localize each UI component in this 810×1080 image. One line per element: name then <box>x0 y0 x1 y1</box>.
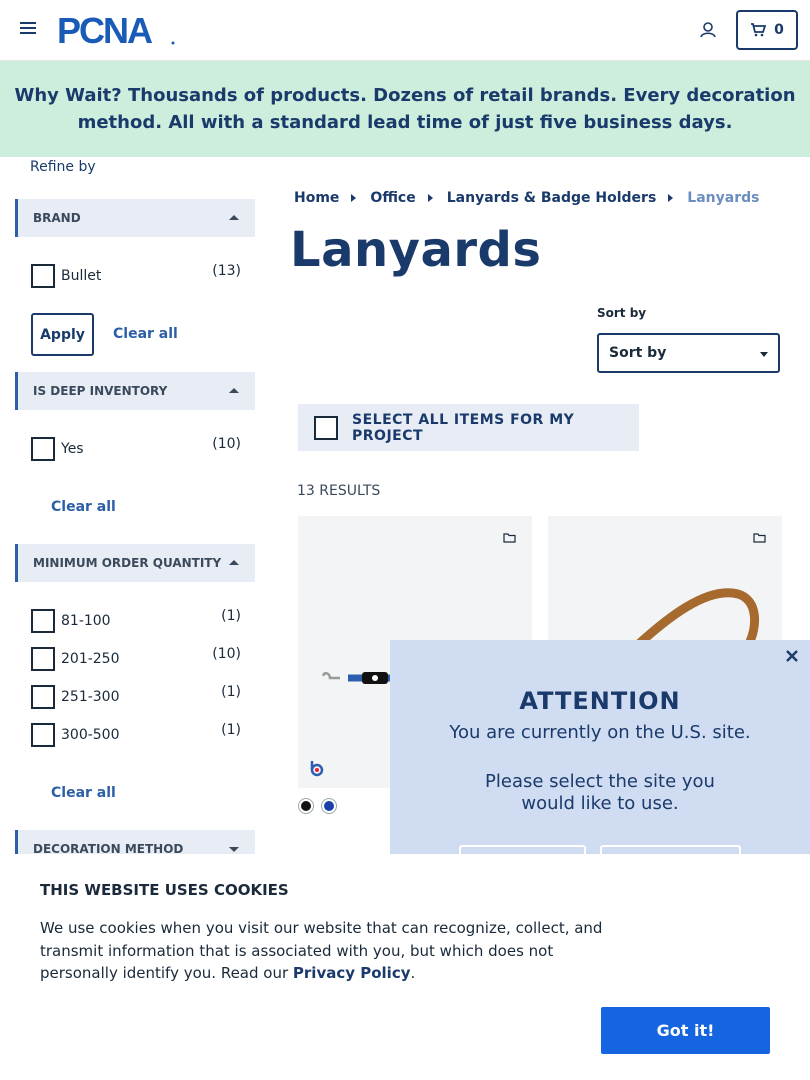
checkbox[interactable] <box>31 437 55 461</box>
color-swatch-blue[interactable] <box>321 798 337 814</box>
facet-option-label: Bullet <box>61 268 102 284</box>
modal-title: ATTENTION <box>519 687 681 715</box>
facet-title: MINIMUM ORDER QUANTITY <box>33 556 222 570</box>
chevron-down-icon <box>760 352 768 357</box>
cookie-end: . <box>410 964 416 982</box>
close-icon[interactable] <box>784 648 800 664</box>
cookie-banner: THIS WEBSITE USES COOKIES We use cookies… <box>0 854 810 1080</box>
facet-option-count: (1) <box>221 684 241 700</box>
checkbox[interactable] <box>31 723 55 747</box>
checkbox[interactable] <box>31 647 55 671</box>
caret-up-icon <box>229 560 239 565</box>
sort-value: Sort by <box>609 345 667 361</box>
breadcrumb-office[interactable]: Office <box>370 190 415 206</box>
caret-down-icon <box>229 847 239 852</box>
facet-option-count: (10) <box>212 436 241 452</box>
facet-option-count: (10) <box>212 646 241 662</box>
facet-option-251-300[interactable]: 251-300 (1) <box>31 684 243 710</box>
select-all-items[interactable]: SELECT ALL ITEMS FOR MY PROJECT <box>298 404 639 451</box>
clear-all-deep-inventory[interactable]: Clear all <box>51 499 116 515</box>
cookie-title: THIS WEBSITE USES COOKIES <box>40 881 289 899</box>
caret-up-icon <box>229 388 239 393</box>
sort-dropdown[interactable]: Sort by <box>597 333 780 373</box>
cart-icon <box>751 23 767 37</box>
chevron-right-icon <box>351 194 357 202</box>
privacy-policy-link[interactable]: Privacy Policy <box>293 964 411 982</box>
breadcrumb-current: Lanyards <box>687 190 760 206</box>
color-swatch-black[interactable] <box>298 798 314 814</box>
breadcrumb-home[interactable]: Home <box>294 190 339 206</box>
checkbox[interactable] <box>31 685 55 709</box>
page-title: Lanyards <box>290 222 542 278</box>
modal-prompt-line: Please select the site you <box>485 771 715 792</box>
chevron-right-icon <box>668 194 674 202</box>
breadcrumb: Home Office Lanyards & Badge Holders Lan… <box>294 190 759 206</box>
modal-message: You are currently on the U.S. site. <box>449 722 751 743</box>
promo-text: Thousands of products. Dozens of retail … <box>77 85 796 133</box>
folder-icon[interactable] <box>503 532 516 543</box>
facet-brand-header[interactable]: BRAND <box>15 199 255 237</box>
cart-count: 0 <box>774 22 784 38</box>
facet-option-label: 300-500 <box>61 727 120 743</box>
breadcrumb-lanyards-badge-holders[interactable]: Lanyards & Badge Holders <box>447 190 657 206</box>
pcna-logo[interactable]: PCNA <box>57 12 177 48</box>
facet-option-81-100[interactable]: 81-100 (1) <box>31 608 243 634</box>
facet-option-label: 81-100 <box>61 613 111 629</box>
facet-option-label: Yes <box>61 441 84 457</box>
facet-option-count: (13) <box>212 263 241 279</box>
facet-option-label: 201-250 <box>61 651 120 667</box>
select-all-label: SELECT ALL ITEMS FOR MY PROJECT <box>352 411 575 444</box>
apply-button[interactable]: Apply <box>31 313 94 356</box>
caret-up-icon <box>229 215 239 220</box>
sort-label: Sort by <box>597 306 647 320</box>
cookie-text: We use cookies when you visit our websit… <box>40 917 620 985</box>
facet-option-201-250[interactable]: 201-250 (10) <box>31 646 243 672</box>
modal-prompt: Please select the site you would like to… <box>390 771 810 815</box>
site-header: PCNA 0 <box>0 0 810 61</box>
facet-title: IS DEEP INVENTORY <box>33 384 168 398</box>
brand-badge-icon <box>310 761 324 777</box>
facet-option-label: 251-300 <box>61 689 120 705</box>
chevron-right-icon <box>427 194 433 202</box>
checkbox[interactable] <box>31 264 55 288</box>
facet-option-300-500[interactable]: 300-500 (1) <box>31 722 243 748</box>
clear-all-moq[interactable]: Clear all <box>51 785 116 801</box>
folder-icon[interactable] <box>753 532 766 543</box>
facet-option-yes[interactable]: Yes (10) <box>31 436 243 462</box>
menu-icon[interactable] <box>20 22 36 36</box>
facet-option-count: (1) <box>221 608 241 624</box>
cart-button[interactable]: 0 <box>736 10 798 50</box>
user-icon[interactable] <box>698 20 718 40</box>
modal-prompt-line: would like to use. <box>521 793 679 814</box>
checkbox[interactable] <box>314 415 338 440</box>
promo-banner: Why Wait? Thousands of products. Dozens … <box>0 61 810 157</box>
facet-option-count: (1) <box>221 722 241 738</box>
facet-deep-inventory-header[interactable]: IS DEEP INVENTORY <box>15 372 255 410</box>
clear-all-brand[interactable]: Clear all <box>113 326 178 342</box>
refine-label: Refine by <box>30 159 96 175</box>
promo-highlight: Why Wait? <box>14 85 122 106</box>
results-count: 13 RESULTS <box>297 483 381 499</box>
facet-title: BRAND <box>33 211 81 225</box>
facet-moq-header[interactable]: MINIMUM ORDER QUANTITY <box>15 544 255 582</box>
got-it-button[interactable]: Got it! <box>601 1007 770 1054</box>
facet-option-bullet[interactable]: Bullet (13) <box>31 263 243 289</box>
svg-text:PCNA: PCNA <box>57 12 153 48</box>
checkbox[interactable] <box>31 609 55 633</box>
